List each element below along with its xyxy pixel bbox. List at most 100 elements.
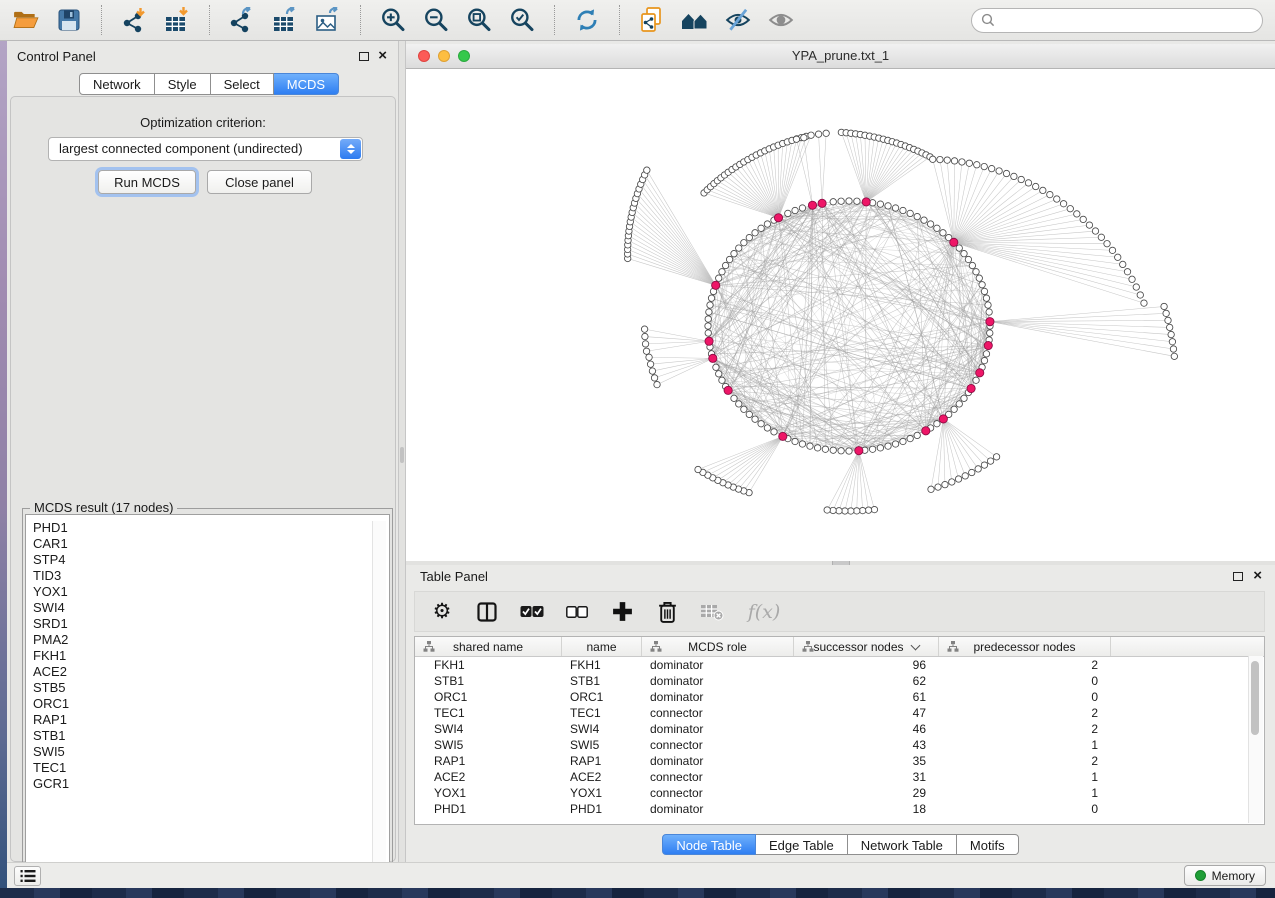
tab-select[interactable]: Select — [211, 73, 274, 95]
tab-edge-table[interactable]: Edge Table — [756, 834, 848, 855]
list-item[interactable]: SRD1 — [33, 616, 389, 632]
list-item[interactable]: YOX1 — [33, 584, 389, 600]
main-toolbar — [0, 0, 1275, 41]
sitemap-icon — [947, 641, 959, 652]
vertical-splitter[interactable] — [398, 41, 406, 862]
column-header-name[interactable]: name — [562, 637, 642, 656]
table-row[interactable]: PHD1PHD1dominator180 — [415, 801, 1264, 817]
tab-network[interactable]: Network — [79, 73, 155, 95]
scrollbar-thumb[interactable] — [1251, 661, 1259, 735]
table-row[interactable]: FKH1FKH1dominator962 — [415, 657, 1264, 673]
search-icon — [981, 13, 995, 27]
close-panel-button[interactable]: Close panel — [207, 170, 312, 194]
network-canvas[interactable] — [406, 69, 1275, 561]
table-row[interactable]: SWI5SWI5connector431 — [415, 737, 1264, 753]
deselect-all-checkboxes-icon[interactable] — [565, 600, 589, 624]
refresh-view-icon[interactable] — [573, 6, 601, 34]
select-all-checkboxes-icon[interactable] — [520, 600, 544, 624]
column-header-label: predecessor nodes — [973, 640, 1075, 654]
scrollbar-track[interactable] — [372, 521, 386, 875]
splitter-grip[interactable] — [400, 447, 404, 463]
table-row[interactable]: YOX1YOX1connector291 — [415, 785, 1264, 801]
network-window-titlebar[interactable]: YPA_prune.txt_1 — [406, 44, 1275, 69]
float-panel-icon[interactable] — [359, 52, 369, 61]
list-item[interactable]: SWI5 — [33, 744, 389, 760]
toolbar-separator — [209, 5, 210, 35]
column-header-successor-nodes[interactable]: successor nodes — [794, 637, 939, 656]
list-item[interactable]: PMA2 — [33, 632, 389, 648]
table-row[interactable]: ACE2ACE2connector311 — [415, 769, 1264, 785]
export-network-icon[interactable] — [228, 6, 256, 34]
task-history-button[interactable] — [14, 866, 41, 886]
list-item[interactable]: STB1 — [33, 728, 389, 744]
mcds-result-list[interactable]: PHD1 CAR1 STP4 TID3 YOX1 SWI4 SRD1 PMA2 … — [25, 514, 390, 879]
optimization-criterion-value: largest connected component (undirected) — [59, 141, 303, 156]
close-panel-icon[interactable]: × — [1253, 571, 1262, 581]
hide-selected-icon[interactable] — [724, 6, 752, 34]
zoom-out-icon[interactable] — [422, 6, 450, 34]
list-item[interactable]: TID3 — [33, 568, 389, 584]
network-graph[interactable] — [406, 69, 1275, 561]
function-builder-icon[interactable]: f(x) — [745, 600, 783, 624]
delete-column-icon[interactable] — [655, 600, 679, 624]
column-header-label: MCDS role — [688, 640, 747, 654]
column-header-predecessor-nodes[interactable]: predecessor nodes — [939, 637, 1111, 656]
close-panel-icon[interactable]: × — [378, 51, 387, 61]
tab-network-table[interactable]: Network Table — [848, 834, 957, 855]
list-item[interactable]: ACE2 — [33, 664, 389, 680]
add-column-icon[interactable] — [610, 600, 634, 624]
list-item[interactable]: TEC1 — [33, 760, 389, 776]
table-row[interactable]: SWI4SWI4dominator462 — [415, 721, 1264, 737]
import-network-icon[interactable] — [120, 6, 148, 34]
save-session-icon[interactable] — [55, 6, 83, 34]
list-item[interactable]: SWI4 — [33, 600, 389, 616]
import-table-icon[interactable] — [163, 6, 191, 34]
first-neighbors-icon[interactable] — [681, 6, 709, 34]
control-panel-tabs: Network Style Select MCDS — [79, 73, 339, 95]
list-item[interactable]: STB5 — [33, 680, 389, 696]
sort-chevron-icon[interactable] — [910, 640, 920, 650]
optimization-criterion-label: Optimization criterion: — [11, 115, 395, 130]
network-from-selection-icon[interactable] — [638, 6, 666, 34]
table-toolbar: ⚙ f(x) — [414, 591, 1265, 632]
float-panel-icon[interactable] — [1233, 572, 1243, 581]
desktop-wallpaper-bottom — [0, 888, 1275, 898]
zoom-selected-icon[interactable] — [508, 6, 536, 34]
table-row[interactable]: STB1STB1dominator620 — [415, 673, 1264, 689]
delete-table-icon[interactable] — [700, 600, 724, 624]
export-table-icon[interactable] — [271, 6, 299, 34]
list-item[interactable]: STP4 — [33, 552, 389, 568]
mcds-result-title: MCDS result (17 nodes) — [30, 500, 177, 515]
list-item[interactable]: ORC1 — [33, 696, 389, 712]
column-header-shared-name[interactable]: shared name — [415, 637, 562, 656]
search-box[interactable] — [971, 8, 1263, 33]
table-row[interactable]: RAP1RAP1dominator352 — [415, 753, 1264, 769]
zoom-in-icon[interactable] — [379, 6, 407, 34]
open-file-icon[interactable] — [12, 6, 40, 34]
tab-mcds[interactable]: MCDS — [274, 73, 339, 95]
show-columns-icon[interactable] — [475, 600, 499, 624]
scrollbar-track[interactable] — [1248, 656, 1263, 823]
control-panel-title: Control Panel — [17, 49, 96, 64]
column-settings-gear-icon[interactable]: ⚙ — [430, 600, 454, 624]
list-item[interactable]: CAR1 — [33, 536, 389, 552]
list-item[interactable]: RAP1 — [33, 712, 389, 728]
show-all-icon[interactable] — [767, 6, 795, 34]
column-header-filler — [1111, 637, 1264, 656]
run-mcds-button[interactable]: Run MCDS — [98, 170, 196, 194]
list-item[interactable]: GCR1 — [33, 776, 389, 792]
optimization-criterion-select[interactable]: largest connected component (undirected) — [48, 137, 363, 161]
export-image-icon[interactable] — [314, 6, 342, 34]
table-row[interactable]: ORC1ORC1dominator610 — [415, 689, 1264, 705]
search-input[interactable] — [1001, 12, 1253, 28]
tab-style[interactable]: Style — [155, 73, 211, 95]
column-header-mcds-role[interactable]: MCDS role — [642, 637, 794, 656]
tab-motifs[interactable]: Motifs — [957, 834, 1019, 855]
list-item[interactable]: FKH1 — [33, 648, 389, 664]
list-item[interactable]: PHD1 — [33, 520, 389, 536]
fit-content-icon[interactable] — [465, 6, 493, 34]
table-row[interactable]: TEC1TEC1connector472 — [415, 705, 1264, 721]
task-list-icon — [20, 869, 36, 883]
tab-node-table[interactable]: Node Table — [662, 834, 756, 855]
memory-button[interactable]: Memory — [1184, 865, 1266, 886]
